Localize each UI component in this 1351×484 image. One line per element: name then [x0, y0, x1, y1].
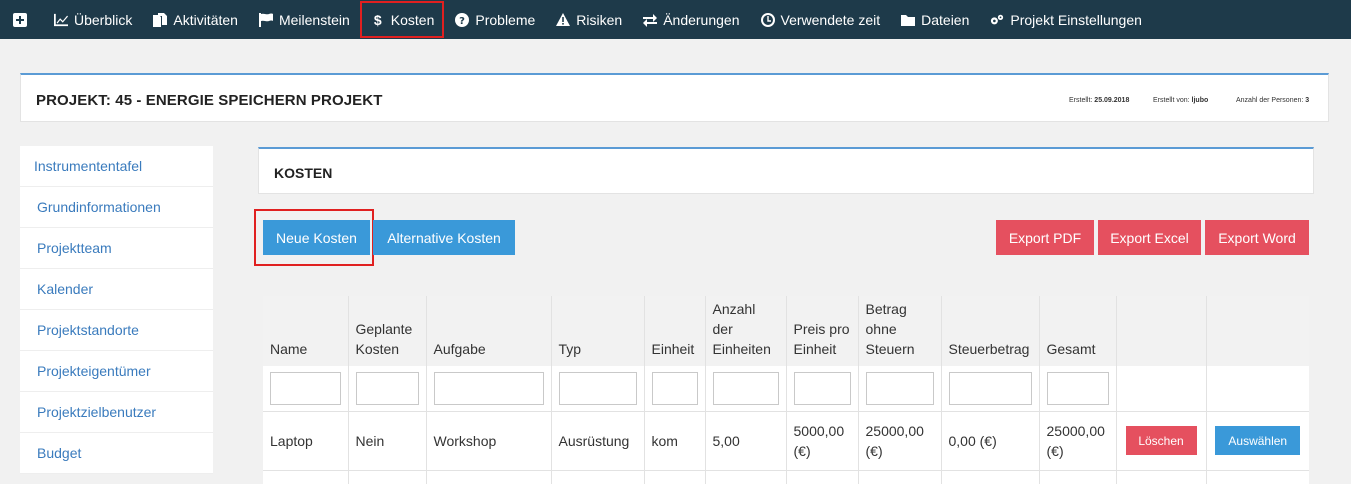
- column-header-aufgabe[interactable]: Aufgabe: [426, 296, 552, 366]
- flag-icon: [258, 12, 274, 28]
- cell-name: Laptop: [263, 411, 349, 471]
- costs-table: Name Geplante Kosten Aufgabe Typ Einheit…: [263, 296, 1309, 484]
- nav-label: Kosten: [390, 11, 435, 28]
- export-pdf-button[interactable]: Export PDF: [996, 220, 1094, 255]
- sidebar-item-projektteam[interactable]: Projektteam: [20, 228, 213, 269]
- sidebar: Instrumententafel Grundinformationen Pro…: [20, 146, 213, 474]
- dollar-icon: $: [373, 11, 382, 28]
- nav-kosten[interactable]: $ Kosten: [359, 1, 445, 38]
- nav-risiken[interactable]: Risiken: [545, 0, 632, 39]
- select-button[interactable]: Auswählen: [1215, 426, 1301, 455]
- delete-button[interactable]: Löschen: [1125, 426, 1197, 455]
- sidebar-item-kalender[interactable]: Kalender: [20, 269, 213, 310]
- nav-label: Verwendete zeit: [780, 11, 881, 28]
- question-circle-icon: ?: [454, 12, 470, 28]
- sidebar-item-projektzielbenutzer[interactable]: Projektzielbenutzer: [20, 392, 213, 433]
- cell-gesamt: 25000,00 (€): [1039, 411, 1117, 471]
- nav-add[interactable]: [0, 0, 43, 39]
- nav-label: Aktivitäten: [173, 11, 238, 28]
- kosten-header-panel: KOSTEN: [258, 147, 1314, 194]
- table-row: Laptop Nein Workshop Ausrüstung kom 5,00…: [263, 411, 1309, 471]
- sidebar-item-projekteigentumer[interactable]: Projekteigentümer: [20, 351, 213, 392]
- cell-einheit: kom: [644, 411, 706, 471]
- nav-meilenstein[interactable]: Meilenstein: [248, 0, 360, 39]
- line-chart-icon: [53, 12, 69, 28]
- persons-count: Anzahl der Personen: 3: [1236, 97, 1310, 104]
- filter-name-input[interactable]: [270, 371, 341, 405]
- filter-steuerbetrag-input[interactable]: [948, 371, 1032, 405]
- column-header-anzahl[interactable]: Anzahl der Einheiten: [705, 296, 787, 366]
- filter-row: [263, 366, 1309, 412]
- files-icon: [152, 12, 168, 28]
- filter-anzahl-input[interactable]: [712, 371, 779, 405]
- nav-label: Überblick: [74, 11, 133, 28]
- cell-aufgabe: Workshop: [426, 411, 552, 471]
- filter-typ-input[interactable]: [558, 371, 637, 405]
- cell-steuerbetrag: 0,00 (€): [941, 411, 1040, 471]
- column-header-geplante-kosten[interactable]: Geplante Kosten: [348, 296, 427, 366]
- sidebar-item-instrumententafel[interactable]: Instrumententafel: [20, 146, 213, 187]
- page-title: KOSTEN: [274, 165, 333, 181]
- alternative-cost-button[interactable]: Alternative Kosten: [373, 220, 515, 255]
- nav-label: Projekt Einstellungen: [1010, 11, 1142, 28]
- top-navigation: Überblick Aktivitäten Meilenstein $ Kost…: [0, 0, 1351, 39]
- column-header-delete: [1116, 296, 1207, 366]
- warning-icon: [555, 12, 571, 28]
- created-by: Erstellt von: ljubo: [1153, 97, 1209, 104]
- project-header-panel: PROJEKT: 45 - ENERGIE SPEICHERN PROJEKT …: [20, 73, 1329, 122]
- nav-label: Meilenstein: [278, 11, 350, 28]
- filter-gesamt-input[interactable]: [1046, 371, 1109, 405]
- filter-aufgabe-input[interactable]: [433, 371, 544, 405]
- sidebar-item-projektstandorte[interactable]: Projektstandorte: [20, 310, 213, 351]
- cell-preis: 5000,00 (€): [786, 411, 859, 471]
- column-header-einheit[interactable]: Einheit: [644, 296, 706, 366]
- folder-icon: [900, 12, 916, 28]
- nav-label: Dateien: [921, 11, 970, 28]
- created-date: Erstellt: 25.09.2018: [1069, 97, 1130, 104]
- nav-probleme[interactable]: ? Probleme: [444, 0, 545, 39]
- table-row: [263, 470, 1309, 484]
- column-header-select: [1206, 296, 1309, 366]
- column-header-preis[interactable]: Preis pro Einheit: [786, 296, 859, 366]
- project-title: PROJEKT: 45 - ENERGIE SPEICHERN PROJEKT: [36, 92, 383, 109]
- sidebar-item-grundinformationen[interactable]: Grundinformationen: [20, 187, 213, 228]
- cell-anzahl: 5,00: [705, 411, 787, 471]
- nav-anderungen[interactable]: Änderungen: [632, 0, 749, 39]
- cell-geplante-kosten: Nein: [348, 411, 427, 471]
- nav-label: Risiken: [576, 11, 623, 28]
- column-header-typ[interactable]: Typ: [551, 296, 645, 366]
- plus-square-icon: [12, 12, 28, 28]
- nav-uberblick[interactable]: Überblick: [43, 0, 142, 39]
- nav-label: Änderungen: [663, 11, 740, 28]
- filter-betrag-input[interactable]: [865, 371, 934, 405]
- new-cost-button[interactable]: Neue Kosten: [263, 220, 370, 255]
- cell-typ: Ausrüstung: [551, 411, 645, 471]
- column-header-betrag[interactable]: Betrag ohne Steuern: [858, 296, 942, 366]
- nav-dateien[interactable]: Dateien: [890, 0, 979, 39]
- column-header-steuerbetrag[interactable]: Steuerbetrag: [941, 296, 1040, 366]
- nav-projekt-einstellungen[interactable]: Projekt Einstellungen: [979, 0, 1152, 39]
- export-excel-button[interactable]: Export Excel: [1098, 220, 1201, 255]
- exchange-icon: [642, 12, 658, 28]
- filter-einheit-input[interactable]: [651, 371, 698, 405]
- column-header-name[interactable]: Name: [263, 296, 349, 366]
- gears-icon: [989, 12, 1005, 28]
- column-header-gesamt[interactable]: Gesamt: [1039, 296, 1117, 366]
- nav-label: Probleme: [475, 11, 536, 28]
- clock-icon: [760, 12, 776, 28]
- sidebar-item-budget[interactable]: Budget: [20, 433, 213, 474]
- cell-betrag: 25000,00 (€): [858, 411, 942, 471]
- nav-aktivitaten[interactable]: Aktivitäten: [142, 0, 248, 39]
- nav-verwendete-zeit[interactable]: Verwendete zeit: [750, 0, 891, 39]
- filter-preis-input[interactable]: [793, 371, 851, 405]
- export-word-button[interactable]: Export Word: [1205, 220, 1309, 255]
- costs-table-container: Name Geplante Kosten Aufgabe Typ Einheit…: [263, 296, 1309, 484]
- svg-text:?: ?: [459, 16, 465, 27]
- filter-geplante-kosten-input[interactable]: [355, 371, 419, 405]
